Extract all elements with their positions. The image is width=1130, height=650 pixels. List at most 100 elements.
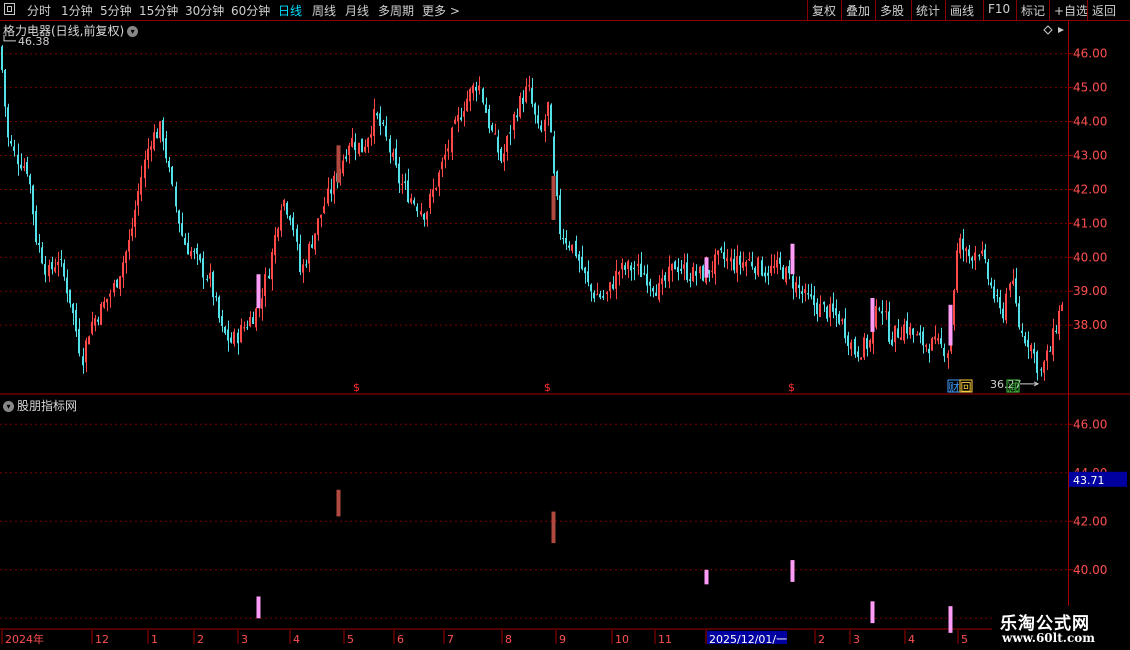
candle-body — [382, 122, 384, 124]
tool-button-1[interactable]: 叠加 — [846, 2, 870, 19]
period-tab-9[interactable]: 多周期 — [378, 2, 414, 19]
candle-body — [736, 256, 738, 273]
sub-tick-label: 42.00 — [1073, 514, 1107, 528]
candle-body — [134, 209, 136, 227]
chevron-down-icon[interactable]: ▾ — [3, 401, 14, 412]
tool-button-0[interactable]: 复权 — [812, 2, 836, 19]
tool-button-3[interactable]: 统计 — [916, 2, 940, 19]
candle-body — [534, 103, 536, 115]
period-toolbar: 分时 1分钟 5分钟 15分钟 30分钟 60分钟 日线 周线 月线 多周期 更多 > 复权 叠加 多股… — [0, 0, 1130, 21]
candle-body — [826, 306, 828, 319]
candle-body — [990, 282, 992, 286]
sub-tick-label: 46.00 — [1073, 417, 1107, 431]
candle-body — [903, 324, 905, 341]
candle-body — [361, 138, 363, 153]
indicator-title: 股朋指标网 — [17, 399, 78, 413]
candle-body — [224, 326, 226, 334]
candle-body — [909, 326, 911, 336]
candle-body — [971, 257, 973, 261]
tool-button-6[interactable]: 标记 — [1021, 2, 1045, 19]
tool-button-2[interactable]: 多股 — [880, 2, 904, 19]
period-tab-0[interactable]: 分时 — [27, 2, 51, 19]
tool-button-7[interactable]: +自选 — [1054, 2, 1088, 19]
candle-body — [457, 114, 459, 122]
candle-body — [100, 303, 102, 325]
date-label: 11 — [658, 633, 672, 646]
period-tab-7[interactable]: 周线 — [312, 2, 336, 19]
candle-body — [943, 347, 945, 357]
event-badge: 财 — [949, 380, 960, 394]
candle-body — [779, 257, 781, 264]
candle-body — [612, 284, 614, 289]
period-tab-10[interactable]: 更多 > — [422, 2, 460, 19]
candle-body — [857, 351, 859, 357]
candle-body — [804, 289, 806, 293]
period-tab-6[interactable]: 日线 — [278, 2, 302, 19]
candle-body — [801, 291, 803, 294]
candle-body — [57, 261, 59, 266]
candle-body — [1027, 339, 1029, 348]
candle-body — [277, 228, 279, 238]
candle-body — [1, 46, 3, 71]
candle-body — [692, 266, 694, 282]
candle-body — [398, 163, 400, 184]
candle-body — [671, 263, 673, 271]
sub-tick-label: 40.00 — [1073, 563, 1107, 577]
candle-body — [965, 248, 967, 251]
candle-body — [677, 267, 679, 273]
candle-body — [460, 117, 462, 120]
candle-body — [137, 191, 139, 206]
indicator-bar — [870, 601, 875, 624]
candle-body — [165, 138, 167, 159]
candle-body — [819, 303, 821, 317]
candle-body — [996, 294, 998, 296]
candle-body — [246, 327, 248, 329]
candle-body — [302, 264, 304, 273]
candle-body — [413, 200, 415, 204]
date-label: 3 — [241, 633, 248, 646]
toolbar-separator — [983, 0, 984, 20]
candle-body — [13, 146, 15, 151]
candle-body — [82, 356, 84, 366]
candle-body — [181, 223, 183, 236]
candle-body — [609, 282, 611, 292]
period-tab-1[interactable]: 1分钟 — [61, 2, 93, 19]
watermark-url: www.60lt.com — [1002, 631, 1095, 645]
tool-button-4[interactable]: 画线 — [950, 2, 974, 19]
candle-body — [841, 319, 843, 321]
candle-body — [633, 267, 635, 270]
main-tick-label: 43.00 — [1073, 149, 1107, 163]
candle-body — [974, 252, 976, 261]
highlight-candle — [704, 257, 709, 278]
candle-body — [599, 293, 601, 298]
candle-body — [243, 327, 245, 329]
date-label: 3 — [853, 633, 860, 646]
candle-body — [171, 166, 173, 185]
period-tab-3[interactable]: 15分钟 — [139, 2, 178, 19]
candle-body — [444, 154, 446, 160]
candle-body — [91, 321, 93, 334]
period-tab-8[interactable]: 月线 — [345, 2, 369, 19]
chevron-down-icon[interactable]: ▾ — [127, 26, 139, 37]
candle-body — [283, 199, 285, 207]
candle-body — [106, 298, 108, 303]
candle-body — [575, 240, 577, 257]
period-tab-5[interactable]: 60分钟 — [231, 2, 270, 19]
candle-body — [370, 134, 372, 138]
period-tab-2[interactable]: 5分钟 — [100, 2, 132, 19]
candle-body — [75, 310, 77, 332]
candle-body — [475, 86, 477, 91]
kline-chart: 38.00 39.00 40.00 41.00 42.00 43.00 44.00 45.00… — [0, 20, 1130, 650]
candle-body — [1058, 310, 1060, 334]
date-label: 4 — [293, 633, 300, 646]
main-tick-label: 41.00 — [1073, 216, 1107, 230]
candle-body — [94, 318, 96, 326]
main-tick-label: 44.00 — [1073, 115, 1107, 129]
period-tab-4[interactable]: 30分钟 — [185, 2, 224, 19]
candle-body — [891, 339, 893, 346]
candle-body — [751, 261, 753, 267]
candle-body — [531, 87, 533, 104]
menu-icon[interactable] — [4, 3, 15, 15]
tool-button-8[interactable]: 返回 — [1092, 2, 1116, 19]
tool-button-5[interactable]: F10 — [988, 2, 1010, 16]
